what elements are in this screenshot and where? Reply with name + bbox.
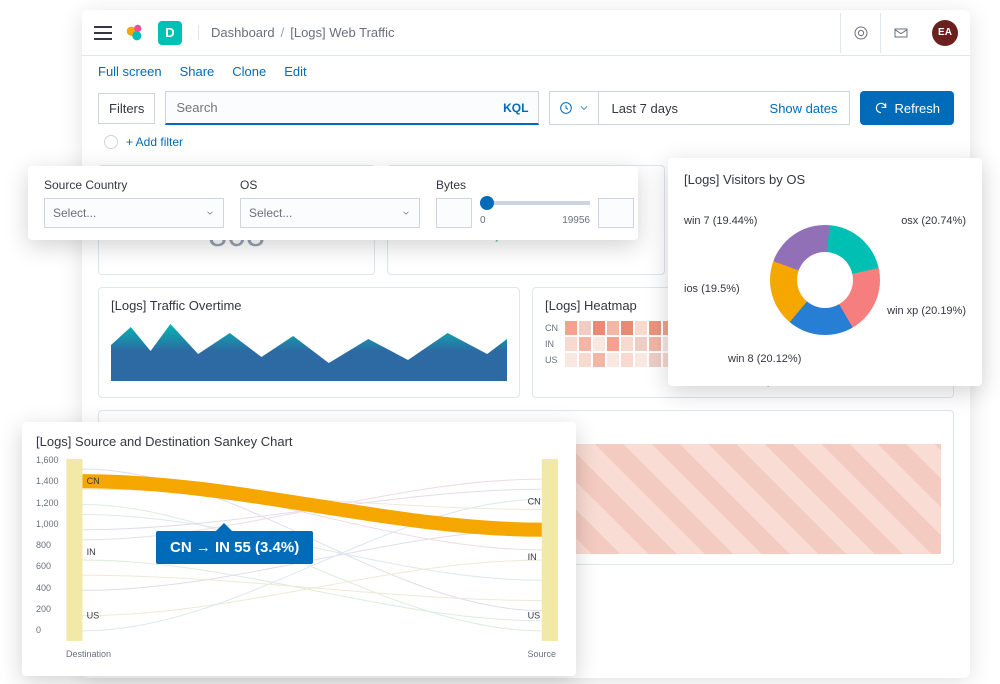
filter-row: Filters KQL Last 7 days Show dates Refre… [82,87,970,133]
filter-pill-slot [104,135,118,149]
clock-icon [558,100,574,116]
share-link[interactable]: Share [180,64,215,79]
show-dates-link[interactable]: Show dates [770,101,838,116]
dashboard-toolbar: Full screen Share Clone Edit [82,56,970,87]
panel-title: [Logs] Traffic Overtime [111,298,507,313]
kql-badge[interactable]: KQL [503,101,528,115]
refresh-button[interactable]: Refresh [860,91,954,125]
mail-icon[interactable] [880,13,920,53]
clone-link[interactable]: Clone [232,64,266,79]
sankey-left-axis: Destination [66,649,111,659]
os-select[interactable]: Select... [240,198,420,228]
bytes-min-input[interactable] [436,198,472,228]
sankey-right-axis: Source [527,649,556,659]
bytes-slider[interactable] [480,201,590,205]
traffic-area-chart [111,321,507,381]
fullscreen-link[interactable]: Full screen [98,64,162,79]
chevron-down-icon [578,100,590,116]
breadcrumb-item: [Logs] Web Traffic [290,25,394,40]
time-range-label: Last 7 days [611,101,678,116]
svg-text:CN: CN [528,496,541,506]
chevron-down-icon [401,205,411,221]
sankey-card: [Logs] Source and Destination Sankey Cha… [22,422,576,676]
sankey-tooltip: CN → IN 55 (3.4%) [156,531,313,564]
heatmap-row-label: IN [545,339,563,349]
filters-button[interactable]: Filters [98,93,155,124]
top-bar: D Dashboard / [Logs] Web Traffic EA [82,10,970,56]
control-label: Source Country [44,178,224,192]
traffic-panel: [Logs] Traffic Overtime [98,287,520,398]
bytes-max-input[interactable] [598,198,634,228]
controls-card: Source Country Select... OS Select... By… [28,166,638,240]
app-badge[interactable]: D [158,21,182,45]
panel-title: [Logs] Visitors by OS [684,172,966,187]
refresh-icon [874,101,888,115]
slider-min-label: 0 [480,215,486,226]
heatmap-row-label: CN [545,323,563,333]
donut-label-osx: osx (20.74%) [901,215,966,227]
sankey-y-axis: 1,6001,4001,2001,0008006004002000 [36,455,59,635]
heatmap-row-label: US [545,355,563,365]
time-picker[interactable]: Last 7 days Show dates [549,91,850,125]
svg-text:IN: IN [528,552,537,562]
add-filter-link[interactable]: + Add filter [126,135,183,149]
breadcrumb-item[interactable]: Dashboard [211,25,275,40]
search-box[interactable]: KQL [165,91,539,125]
svg-text:US: US [87,611,100,621]
visitors-by-os-card: [Logs] Visitors by OS win 7 (19.44%) osx… [668,158,982,386]
source-country-select[interactable]: Select... [44,198,224,228]
add-filter-row: + Add filter [82,133,970,157]
donut-label-win8: win 8 (20.12%) [728,353,801,365]
svg-text:IN: IN [87,547,96,557]
search-input[interactable] [176,100,503,115]
edit-link[interactable]: Edit [284,64,306,79]
avatar[interactable]: EA [932,20,958,46]
breadcrumb-separator: / [281,25,285,40]
breadcrumb: Dashboard / [Logs] Web Traffic [198,25,395,40]
control-label: OS [240,178,420,192]
elastic-logo-icon [124,22,146,44]
donut-label-winxp: win xp (20.19%) [887,305,966,317]
slider-max-label: 19956 [562,215,590,226]
svg-text:CN: CN [87,476,100,486]
donut-label-ios: ios (19.5%) [684,283,740,295]
donut-label-win7: win 7 (19.44%) [684,215,757,227]
control-label: Bytes [436,178,634,192]
panel-title: [Logs] Source and Destination Sankey Cha… [36,434,562,449]
svg-text:US: US [528,611,541,621]
help-icon[interactable] [840,13,880,53]
menu-icon[interactable] [94,26,112,40]
donut-chart: win 7 (19.44%) osx (20.74%) ios (19.5%) … [684,195,966,365]
sankey-chart: 1,6001,4001,2001,0008006004002000 CN [36,455,562,655]
chevron-down-icon [205,205,215,221]
